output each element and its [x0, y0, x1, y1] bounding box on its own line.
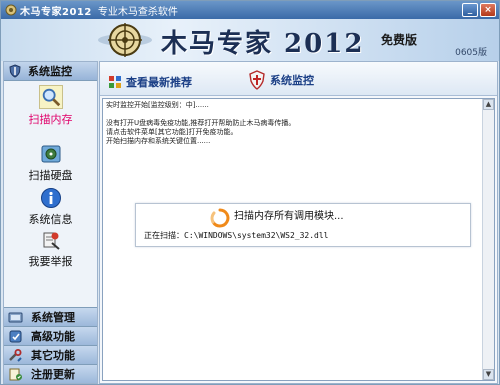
sidebar-item-system-manage[interactable]: 系统管理: [4, 307, 97, 326]
recommend-label: 查看最新推荐: [126, 76, 192, 89]
sidebar-footer: 系统管理 高级功能 其它功能 注册更新: [4, 307, 97, 383]
sidebar-item-label: 系统信息: [28, 213, 73, 226]
system-monitor-button[interactable]: 系统监控: [248, 70, 314, 90]
sidebar-item-report[interactable]: 我要举报: [4, 229, 97, 269]
app-window: 木马专家2012 专业木马查杀软件 _ × 木马专家 2012 免费版 0605…: [0, 0, 500, 385]
advanced-icon: [9, 330, 22, 342]
info-icon: [40, 188, 61, 208]
report-icon: [43, 232, 60, 250]
sidebar-item-other[interactable]: 其它功能: [4, 345, 97, 364]
sidebar-item-advanced[interactable]: 高级功能: [4, 326, 97, 345]
edition-label: 免费版: [381, 33, 418, 47]
sidebar-item-label: 系统管理: [31, 311, 75, 324]
sidebar-item-label: 扫描内存: [28, 113, 73, 126]
log-line: 没有打开U盘病毒免疫功能,推荐打开帮助防止木马病毒传播。: [106, 119, 296, 127]
log-panel: 实时监控开始[监控级别：中]...... 没有打开U盘病毒免疫功能,推荐打开帮助…: [102, 98, 495, 381]
sidebar-item-register[interactable]: 注册更新: [4, 364, 97, 383]
minimize-button[interactable]: _: [462, 3, 478, 17]
loading-spinner-icon: [210, 208, 230, 228]
monitor-shield-icon: [249, 70, 265, 90]
register-icon: [9, 368, 22, 380]
disk-icon: [41, 145, 60, 163]
magnifier-icon: [38, 85, 63, 109]
scroll-down-button[interactable]: ▼: [483, 369, 494, 380]
sidebar-item-scan-disk[interactable]: 扫描硬盘: [4, 143, 97, 183]
toolbar: 查看最新推荐 系统监控: [100, 62, 497, 96]
minimize-icon: _: [467, 5, 473, 15]
sidebar-item-label: 其它功能: [31, 349, 75, 362]
close-button[interactable]: ×: [480, 3, 496, 17]
sidebar-item-label: 扫描硬盘: [28, 169, 73, 182]
log-line: 请点击软件菜单[其它功能]打开免疫功能。: [106, 128, 238, 136]
version-label: 0605版: [455, 48, 487, 58]
log-line: 实时监控开始[监控级别：中]......: [106, 101, 209, 109]
scan-progress-dialog: 扫描内存所有调用模块... 正在扫描：C:\WINDOWS\system32\W…: [135, 203, 471, 247]
window-subtitle: 专业木马查杀软件: [97, 6, 178, 18]
sidebar-item-scan-memory[interactable]: 扫描内存: [4, 85, 97, 127]
tools-icon: [9, 348, 22, 362]
log-line-blank: [106, 110, 491, 119]
sidebar-item-label: 注册更新: [31, 368, 75, 381]
system-manage-icon: [8, 312, 23, 322]
sidebar: 系统监控 扫描内存 扫描硬盘 系统信息 我要举报 系统管理 高级功能 其它功能 …: [3, 61, 98, 384]
scroll-up-button[interactable]: ▲: [483, 99, 494, 110]
close-icon: ×: [484, 5, 492, 15]
shield-icon: [9, 64, 21, 78]
app-icon: [5, 4, 17, 16]
view-recommendations-button[interactable]: 查看最新推荐: [108, 74, 192, 90]
monitor-label: 系统监控: [270, 74, 314, 87]
scan-label: 正在扫描：: [144, 231, 184, 240]
crosshair-logo-icon: [98, 23, 152, 57]
sidebar-item-label: 高级功能: [31, 330, 75, 343]
scan-message: 扫描内存所有调用模块...: [234, 211, 344, 222]
scan-status: 正在扫描：C:\WINDOWS\system32\WS2_32.dll: [144, 231, 329, 240]
sidebar-header-label: 系统监控: [28, 65, 72, 78]
scan-path: C:\WINDOWS\system32\WS2_32.dll: [184, 231, 329, 240]
grid-icon: [109, 76, 121, 88]
title-bar[interactable]: 木马专家2012 专业木马查杀软件 _ ×: [1, 1, 499, 19]
main-panel: 查看最新推荐 系统监控 实时监控开始[监控级别：中]...... 没有打开U盘病…: [99, 61, 498, 384]
sidebar-item-label: 我要举报: [28, 255, 73, 268]
log-scrollbar[interactable]: ▲ ▼: [482, 99, 494, 380]
product-name: 木马专家 2012: [161, 29, 365, 59]
sidebar-item-system-info[interactable]: 系统信息: [4, 187, 97, 227]
window-title: 木马专家2012: [20, 6, 92, 18]
sidebar-header-system-monitor[interactable]: 系统监控: [4, 62, 97, 81]
log-line: 开始扫描内存和系统关键位置......: [106, 137, 211, 145]
header-banner: 木马专家 2012 免费版 0605版: [1, 19, 499, 61]
